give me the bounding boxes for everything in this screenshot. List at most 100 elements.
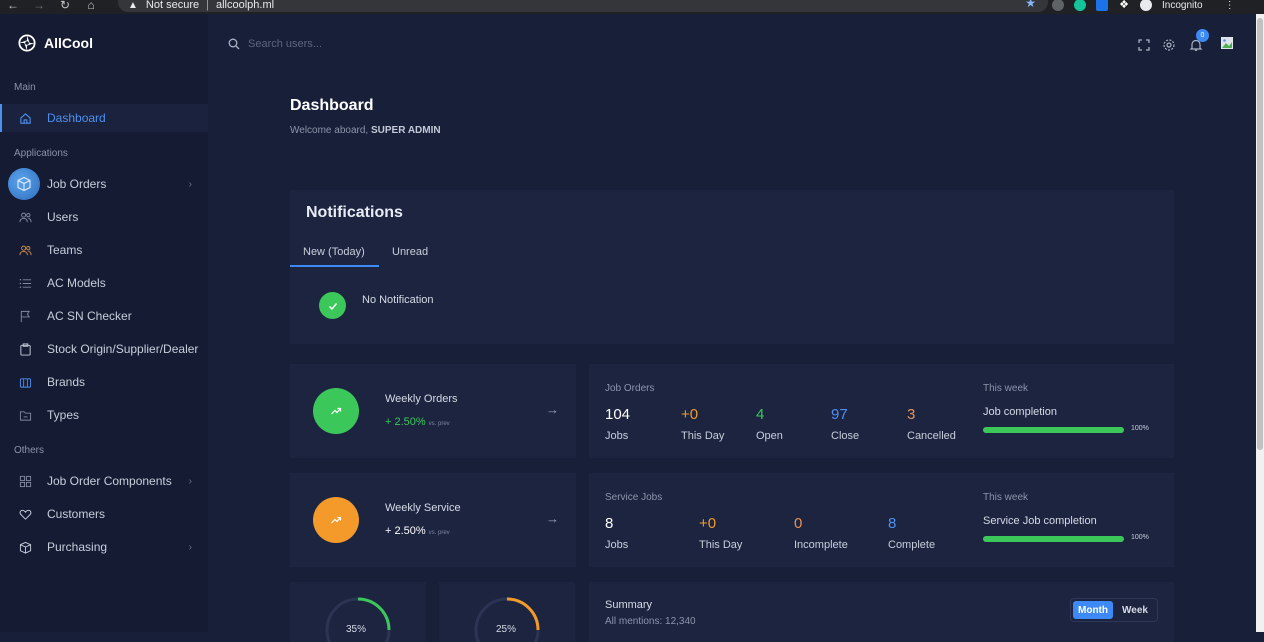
sidebar-item-ac-sn-checker[interactable]: AC SN Checker [0, 302, 208, 330]
progress-fill [983, 427, 1124, 433]
weekly-orders-title: Weekly Orders [385, 393, 458, 405]
avatar[interactable] [1220, 36, 1234, 50]
empty-notification-text: No Notification [362, 294, 434, 306]
sidebar-item-label: Job Order Components [47, 474, 172, 488]
warning-icon: ▲ [128, 0, 138, 11]
job-orders-stats-card: Job Orders This week Job completion 100%… [589, 364, 1174, 458]
sidebar-item-dashboard[interactable]: Dashboard [0, 104, 208, 132]
grid-icon [18, 474, 32, 488]
stat-label: Jobs [605, 539, 629, 551]
month-button[interactable]: Month [1073, 601, 1113, 619]
brand-logo-icon [18, 34, 36, 52]
sidebar-item-users[interactable]: Users [0, 203, 208, 231]
brand[interactable]: AllCool [18, 34, 93, 52]
stat-value: 104 [605, 406, 631, 423]
sidebar-item-label: AC SN Checker [47, 309, 132, 323]
section-label-main: Main [14, 82, 36, 93]
search-input[interactable] [248, 34, 468, 54]
tab-new-today[interactable]: New (Today) [303, 246, 365, 258]
notification-count-badge: 0 [1196, 29, 1209, 42]
security-label: Not secure [145, 0, 200, 11]
stat-label: Open [756, 430, 783, 442]
list-icon [18, 276, 32, 290]
sidebar-item-job-order-components[interactable]: Job Order Components › [0, 467, 208, 495]
gauge-card: 25% [439, 582, 575, 642]
active-tab-indicator [290, 265, 379, 267]
tab-unread[interactable]: Unread [392, 246, 428, 258]
period-toggle: Month Week [1070, 598, 1158, 622]
sidebar-item-job-orders[interactable]: Job Orders › [0, 170, 208, 198]
stat-label: Incomplete [794, 539, 848, 551]
sidebar-item-purchasing[interactable]: Purchasing › [0, 533, 208, 561]
weekly-service-card[interactable]: Weekly Service + 2.50% vs. prev → [290, 473, 576, 567]
extension-icon[interactable] [1052, 0, 1064, 11]
stat-value: 4 [756, 406, 765, 423]
back-icon[interactable]: ← [0, 0, 26, 12]
change-value: + 2.50% [385, 525, 426, 537]
users-icon [18, 210, 32, 224]
service-jobs-stats-card: Service Jobs This week Service Job compl… [589, 473, 1174, 567]
stat-value: +0 [681, 406, 699, 423]
incognito-icon[interactable] [1140, 0, 1152, 11]
sidebar-item-label: Stock Origin/Supplier/Dealer [47, 342, 199, 356]
stat-value: +0 [699, 515, 717, 532]
sidebar-item-brands[interactable]: Brands [0, 368, 208, 396]
section-label-others: Others [14, 445, 45, 456]
arrow-right-icon[interactable]: → [546, 402, 559, 417]
sidebar-item-teams[interactable]: Teams [0, 236, 208, 264]
profile-label: Incognito [1162, 0, 1203, 11]
weekly-orders-card[interactable]: Weekly Orders + 2.50% vs. prev → [290, 364, 576, 458]
stat-label: Close [831, 430, 860, 442]
welcome-message: Welcome aboard, SUPER ADMIN [290, 125, 441, 136]
chevron-right-icon: › [188, 541, 192, 553]
fullscreen-icon[interactable] [1137, 38, 1151, 52]
stat-value: 0 [794, 515, 803, 532]
stat-label: Jobs [605, 430, 629, 442]
progress-fill [983, 536, 1124, 542]
extension-blue-icon[interactable] [1096, 0, 1108, 11]
arrow-right-icon[interactable]: → [546, 511, 559, 526]
job-orders-heading: Job Orders [605, 383, 655, 394]
summary-subtitle: All mentions: 12,340 [605, 616, 696, 627]
home-button-icon[interactable]: ⌂ [78, 0, 104, 12]
sidebar-item-types[interactable]: Types [0, 401, 208, 429]
summary-title: Summary [605, 599, 653, 611]
job-completion-percent: 100% [1131, 425, 1149, 432]
reload-icon[interactable]: ↻ [52, 0, 78, 12]
home-icon [18, 111, 32, 125]
sidebar-item-ac-models[interactable]: AC Models [0, 269, 208, 297]
address-bar[interactable]: ▲ Not secure | allcoolph.ml ★ [118, 0, 1048, 12]
job-completion-title: Job completion [983, 406, 1057, 418]
sidebar-item-label: Purchasing [47, 540, 108, 554]
sidebar-item-customers[interactable]: Customers [0, 500, 208, 528]
scrollbar-thumb[interactable] [1257, 18, 1263, 450]
page-title: Dashboard [290, 97, 374, 114]
menu-dots-icon[interactable]: ⋮ [1225, 0, 1235, 11]
change-vs: vs. prev [428, 421, 450, 427]
gauge-value: 35% [346, 624, 367, 635]
change-value: + 2.50% [385, 416, 426, 428]
search-icon [228, 38, 240, 50]
welcome-user: SUPER ADMIN [370, 125, 441, 136]
forward-icon[interactable]: → [26, 0, 52, 12]
summary-card: Summary All mentions: 12,340 Month Week [589, 582, 1174, 642]
gear-icon[interactable] [1162, 38, 1176, 52]
sidebar-item-label: Types [47, 408, 80, 422]
scrollbar[interactable] [1256, 14, 1264, 632]
service-jobs-heading: Service Jobs [605, 492, 663, 503]
sidebar-item-label: Dashboard [47, 111, 106, 125]
team-icon [18, 243, 32, 257]
this-week-label: This week [983, 383, 1029, 394]
weekly-orders-change: + 2.50% vs. prev [385, 416, 450, 428]
change-vs: vs. prev [428, 530, 450, 536]
this-week-label: This week [983, 492, 1029, 503]
sidebar-item-label: Job Orders [47, 177, 107, 191]
puzzle-icon[interactable]: ❖ [1118, 0, 1130, 11]
grammarly-icon[interactable] [1074, 0, 1086, 11]
sidebar-item-stock-origin[interactable]: Stock Origin/Supplier/Dealer [0, 335, 208, 363]
week-button[interactable]: Week [1115, 601, 1155, 619]
sidebar-item-label: Customers [47, 507, 106, 521]
bookmark-star-icon[interactable]: ★ [1025, 0, 1036, 10]
gauge-value: 25% [496, 624, 517, 635]
